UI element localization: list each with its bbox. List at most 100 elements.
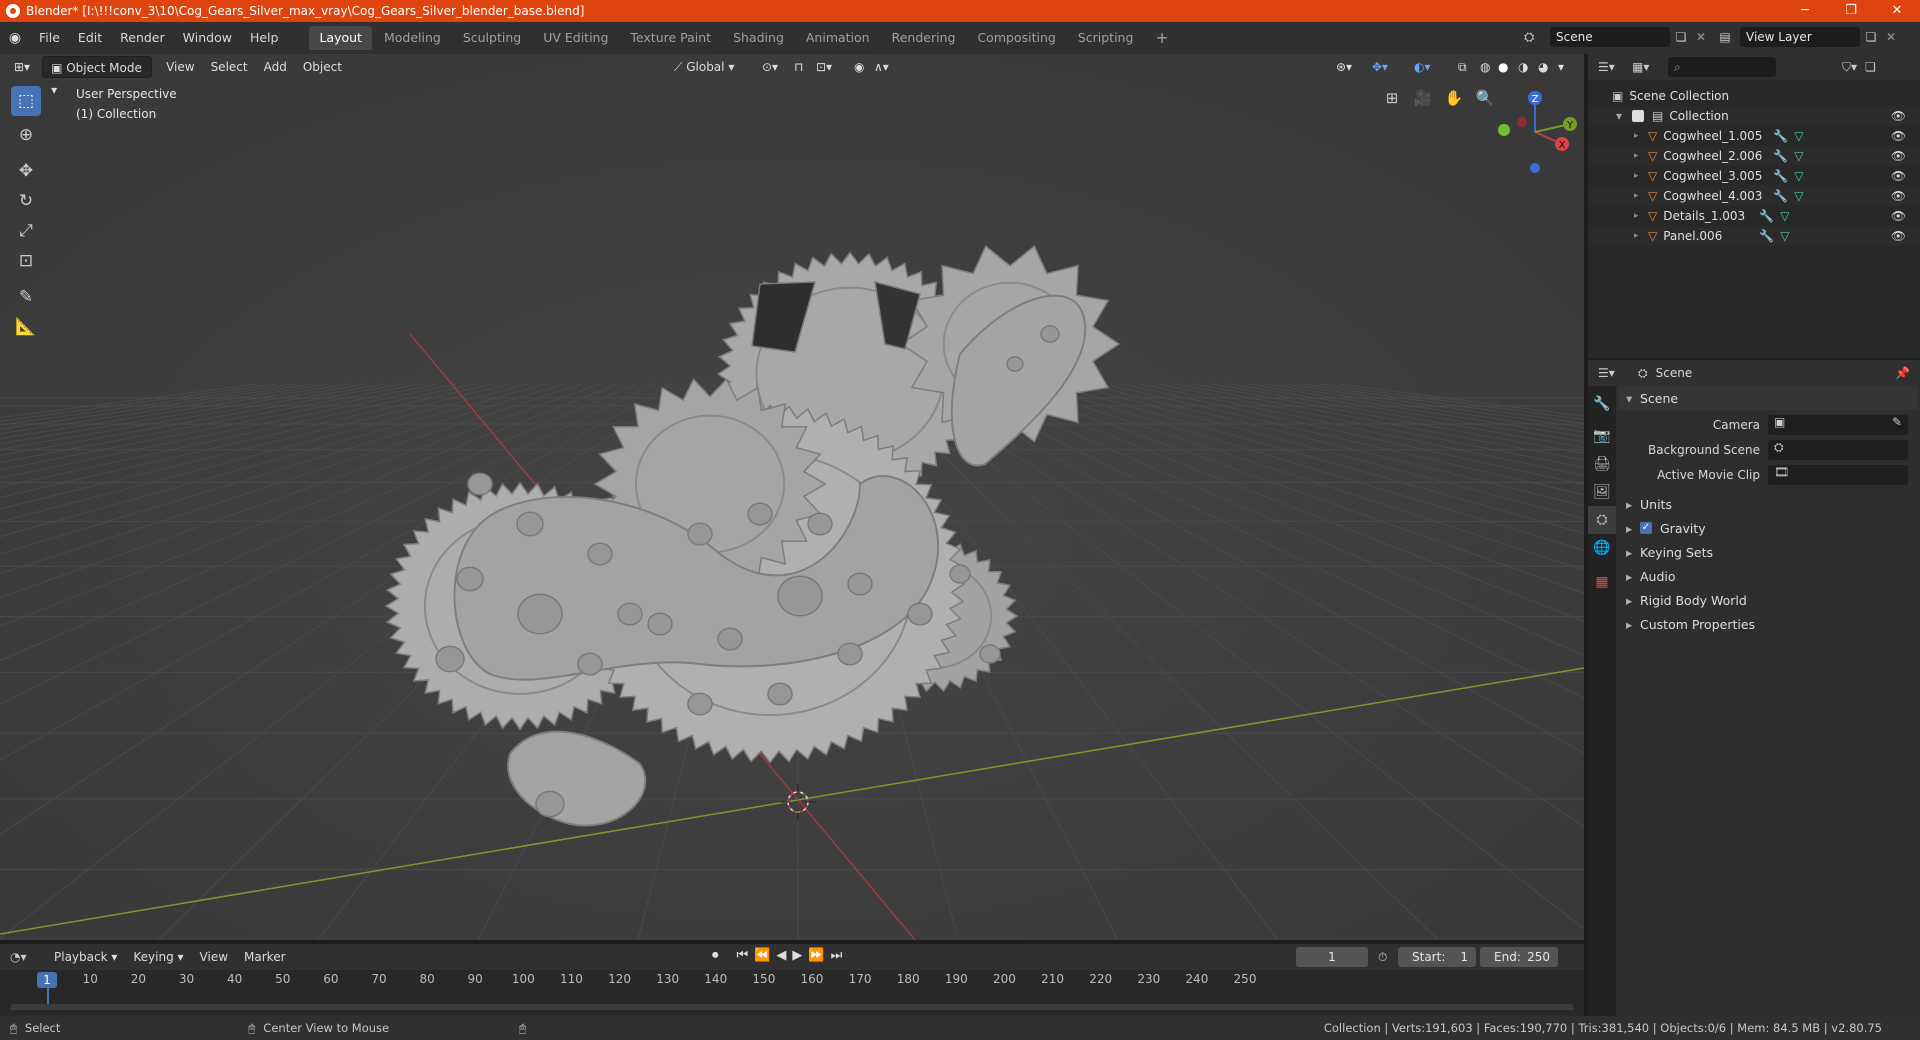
eye-icon[interactable]: 👁 [1891, 229, 1906, 243]
outliner-object-row[interactable]: ▸ ▽ Cogwheel_4.003 🔧 ▽ 👁 [1588, 186, 1920, 206]
playhead[interactable]: 1 [37, 972, 57, 988]
outliner-object-row[interactable]: ▸ ▽ Details_1.003 🔧 ▽ 👁 [1588, 206, 1920, 226]
scale-tool-icon[interactable]: ⤢ [11, 216, 41, 246]
expand-arrow-icon[interactable]: ▾ [1616, 109, 1632, 123]
modifier-wrench-icon[interactable]: 🔧 [1773, 189, 1788, 203]
mesh-data-icon[interactable]: ▽ [1794, 189, 1803, 203]
eye-icon[interactable]: 👁 [1891, 169, 1906, 183]
shading-options-icon[interactable]: ▾ [1550, 56, 1572, 78]
delete-view-layer-icon[interactable]: ✕ [1882, 30, 1900, 44]
eye-icon[interactable]: 👁 [1891, 189, 1906, 203]
expand-arrow-icon[interactable]: ▸ [1634, 151, 1648, 161]
tab-shading[interactable]: Shading [723, 26, 794, 50]
pivot-point-icon[interactable]: ⊙▾ [754, 56, 786, 78]
record-icon[interactable]: ⏺ [712, 948, 719, 963]
add-workspace-button[interactable]: + [1145, 26, 1178, 50]
tab-texture-paint[interactable]: Texture Paint [620, 26, 721, 50]
select-box-tool-icon[interactable]: ⬚ [11, 86, 41, 116]
gravity-checkbox[interactable]: ✓ [1640, 522, 1652, 534]
overlays-toggle-icon[interactable]: ◐▾ [1406, 56, 1439, 78]
measure-tool-icon[interactable]: 📐 [11, 312, 41, 342]
mesh-data-icon[interactable]: ▽ [1794, 169, 1803, 183]
outliner-search-input[interactable]: ⌕ [1668, 57, 1776, 77]
current-frame-field[interactable]: 1 [1296, 947, 1368, 967]
end-frame-field[interactable]: End: 250 [1480, 947, 1558, 967]
eye-icon[interactable]: 👁 [1891, 109, 1906, 123]
world-tab-icon[interactable]: 🌐 [1588, 534, 1616, 562]
gizmo-toggle-icon[interactable]: ✥▾ [1364, 56, 1396, 78]
outliner-object-row[interactable]: ▸ ▽ Cogwheel_1.005 🔧 ▽ 👁 [1588, 126, 1920, 146]
mesh-data-icon[interactable]: ▽ [1794, 129, 1803, 143]
tab-compositing[interactable]: Compositing [967, 26, 1065, 50]
outliner-editor-icon[interactable]: ☰▾ [1598, 60, 1632, 74]
mode-dropdown[interactable]: ▣ Object Mode ▾ [42, 56, 153, 97]
scene-name-field[interactable]: Scene [1550, 27, 1670, 47]
camera-field[interactable]: ▣ ✎ [1768, 415, 1908, 435]
close-button[interactable]: ✕ [1874, 0, 1920, 22]
scene-collection-row[interactable]: ▣ Scene Collection [1588, 86, 1920, 106]
tab-scripting[interactable]: Scripting [1068, 26, 1144, 50]
modifier-wrench-icon[interactable]: 🔧 [1759, 229, 1774, 243]
play-reverse-icon[interactable]: ◀ [776, 948, 786, 963]
expand-arrow-icon[interactable]: ▸ [1634, 131, 1648, 141]
menu-playback[interactable]: Playback ▾ [46, 946, 125, 968]
expand-arrow-icon[interactable]: ▸ [1634, 231, 1648, 241]
prev-keyframe-icon[interactable]: ⏪ [754, 948, 770, 963]
properties-editor-icon[interactable]: ☰▾ [1598, 366, 1638, 380]
output-tab-icon[interactable]: 🖨 [1588, 450, 1616, 478]
view-layer-field[interactable]: View Layer [1740, 27, 1860, 47]
tab-uv-editing[interactable]: UV Editing [533, 26, 618, 50]
snap-target-icon[interactable]: ⊡▾ [808, 56, 840, 78]
modifier-wrench-icon[interactable]: 🔧 [1773, 169, 1788, 183]
expand-arrow-icon[interactable]: ▸ [1634, 171, 1648, 181]
scene-panel-header[interactable]: ▾ Scene [1618, 386, 1918, 410]
mesh-data-icon[interactable]: ▽ [1780, 209, 1789, 223]
tab-rendering[interactable]: Rendering [882, 26, 966, 50]
eye-icon[interactable]: 👁 [1891, 149, 1906, 163]
minimize-button[interactable]: ─ [1782, 0, 1828, 22]
outliner-object-row[interactable]: ▸ ▽ Cogwheel_3.005 🔧 ▽ 👁 [1588, 166, 1920, 186]
active-movie-clip-field[interactable]: 🎞 [1768, 465, 1908, 485]
grid-view-icon[interactable]: ⊞ [1378, 84, 1406, 112]
display-mode-icon[interactable]: ▦▾ [1632, 60, 1668, 74]
collection-checkbox[interactable] [1632, 110, 1644, 122]
play-icon[interactable]: ▶ [792, 948, 802, 963]
menu-object[interactable]: Object [295, 56, 350, 78]
camera-view-icon[interactable]: 🎥 [1409, 84, 1437, 112]
new-view-layer-icon[interactable]: ❏ [1860, 30, 1882, 44]
modifier-wrench-icon[interactable]: 🔧 [1773, 149, 1788, 163]
collection-row[interactable]: ▾ ▤ Collection 👁 [1588, 106, 1920, 126]
view-layer-icon[interactable]: ▤ [1710, 30, 1740, 44]
menu-window[interactable]: Window [174, 22, 241, 54]
tab-layout[interactable]: Layout [309, 26, 372, 50]
transform-orientation-dropdown[interactable]: ⟋ Global ▾ [666, 56, 746, 78]
scene-selector-icon[interactable]: ⛭ [1524, 30, 1550, 45]
xray-toggle-icon[interactable]: ⧉ [1450, 56, 1475, 78]
mesh-data-icon[interactable]: ▽ [1794, 149, 1803, 163]
custom-properties-panel-header[interactable]: ▸ Custom Properties [1618, 612, 1918, 636]
cursor-tool-icon[interactable]: ⊕ [11, 120, 41, 150]
expand-arrow-icon[interactable]: ▸ [1634, 191, 1648, 201]
visibility-icon[interactable]: ⊛▾ [1328, 56, 1360, 78]
modifier-wrench-icon[interactable]: 🔧 [1759, 209, 1774, 223]
falloff-icon[interactable]: ∧▾ [866, 56, 897, 78]
jump-end-icon[interactable]: ⏭ [831, 948, 843, 963]
mesh-data-icon[interactable]: ▽ [1780, 229, 1789, 243]
jump-start-icon[interactable]: ⏮ [737, 948, 749, 963]
menu-marker[interactable]: Marker [236, 946, 293, 968]
timeline-scrollbar[interactable] [10, 1004, 1574, 1010]
rigid-body-world-panel-header[interactable]: ▸ Rigid Body World [1618, 588, 1918, 612]
tab-modeling[interactable]: Modeling [374, 26, 451, 50]
menu-timeline-view[interactable]: View [192, 946, 236, 968]
move-tool-icon[interactable]: ✥ [11, 156, 41, 186]
annotate-tool-icon[interactable]: ✎ [11, 282, 41, 312]
expand-arrow-icon[interactable]: ▸ [1634, 211, 1648, 221]
next-keyframe-icon[interactable]: ⏩ [808, 948, 824, 963]
menu-help[interactable]: Help [241, 22, 288, 54]
delete-scene-icon[interactable]: ✕ [1692, 30, 1710, 44]
modifier-wrench-icon[interactable]: 🔧 [1773, 129, 1788, 143]
texture-tab-icon[interactable]: ▦ [1588, 568, 1616, 596]
stopwatch-icon[interactable]: ⏱ [1378, 950, 1387, 965]
new-collection-icon[interactable]: ❏ [1865, 60, 1876, 74]
gravity-panel-header[interactable]: ▸ ✓ Gravity [1618, 516, 1918, 540]
